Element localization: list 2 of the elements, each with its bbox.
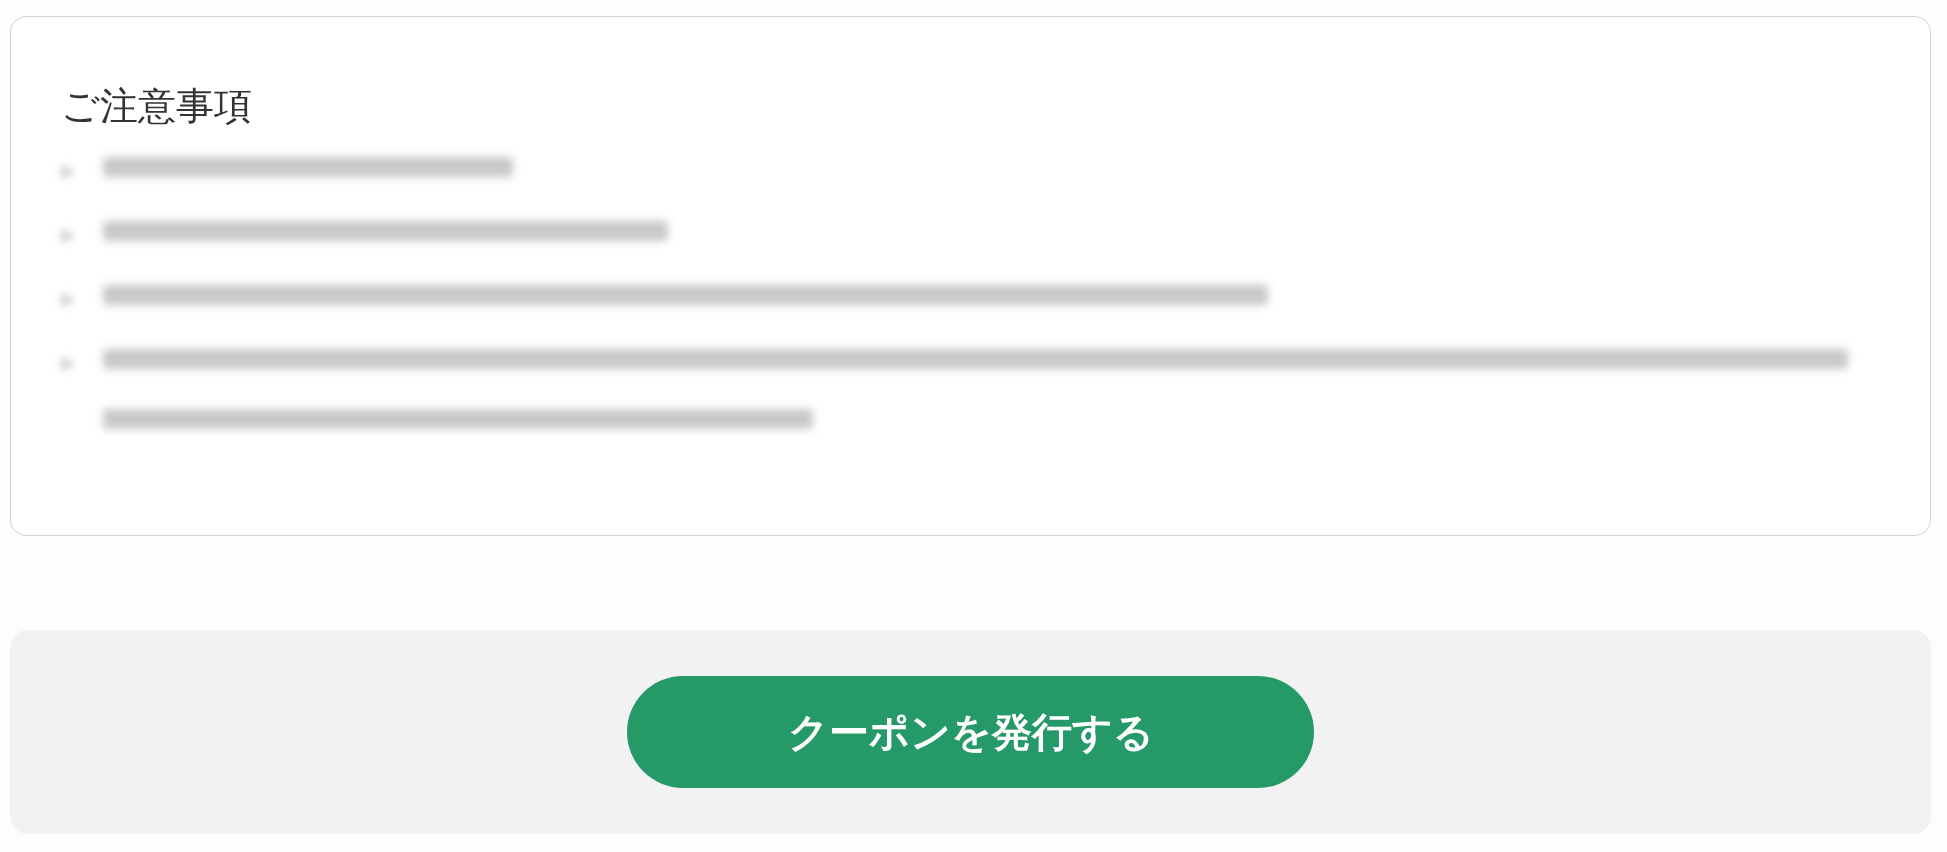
issue-coupon-button[interactable]: クーポンを発行する — [627, 676, 1314, 788]
notice-title: ご注意事項 — [61, 87, 253, 125]
